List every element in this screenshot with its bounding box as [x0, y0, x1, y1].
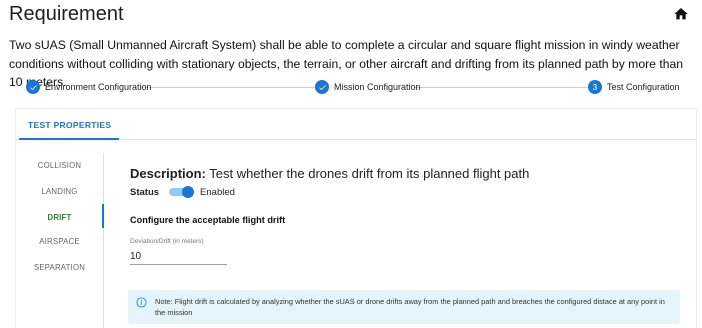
step-environment-configuration[interactable]: Environment Configuration — [26, 80, 152, 94]
stepper-connector — [414, 87, 588, 88]
step-label: Test Configuration — [607, 82, 680, 92]
test-config-card: TEST PROPERTIES COLLISION LANDING DRIFT … — [15, 108, 697, 328]
drift-input[interactable] — [130, 248, 227, 265]
status-label: Status — [130, 186, 160, 198]
note-text: Note: Flight drift is calculated by anal… — [155, 297, 665, 317]
info-note: Note: Flight drift is calculated by anal… — [128, 290, 680, 324]
status-toggle[interactable] — [167, 186, 195, 198]
home-icon[interactable] — [673, 6, 689, 22]
step-number: 3 — [588, 80, 602, 94]
tab-active-indicator — [19, 138, 119, 140]
check-icon — [315, 80, 329, 94]
check-icon — [26, 80, 40, 94]
toggle-thumb — [182, 186, 195, 198]
nav-item-drift[interactable]: DRIFT — [16, 213, 103, 222]
status-row: Status Enabled — [130, 186, 235, 198]
status-value: Enabled — [200, 186, 235, 198]
nav-active-indicator — [102, 204, 104, 228]
stepper: Environment Configuration Mission Config… — [26, 80, 696, 96]
side-nav: COLLISION LANDING DRIFT AIRSPACE SEPARAT… — [16, 153, 104, 328]
section-title: Configure the acceptable flight drift — [130, 215, 286, 225]
page-title: Requirement — [9, 3, 124, 25]
description-label: Description: — [130, 166, 206, 181]
description: Description: Test whether the drones dri… — [130, 166, 529, 181]
description-text: Test whether the drones drift from its p… — [209, 166, 530, 181]
stepper-connector — [141, 87, 316, 88]
tab-test-properties[interactable]: TEST PROPERTIES — [28, 120, 111, 130]
step-label: Mission Configuration — [334, 82, 421, 92]
step-test-configuration[interactable]: 3 Test Configuration — [588, 80, 680, 94]
drift-field-label: Deviation/Drift (in meters) — [130, 238, 204, 245]
info-icon — [136, 297, 147, 308]
step-label: Environment Configuration — [45, 82, 152, 92]
tab-bar: TEST PROPERTIES — [16, 109, 696, 140]
nav-item-airspace[interactable]: AIRSPACE — [16, 237, 103, 246]
nav-item-separation[interactable]: SEPARATION — [16, 263, 103, 272]
nav-item-landing[interactable]: LANDING — [16, 187, 103, 196]
nav-item-collision[interactable]: COLLISION — [16, 161, 103, 170]
step-mission-configuration[interactable]: Mission Configuration — [315, 80, 421, 94]
